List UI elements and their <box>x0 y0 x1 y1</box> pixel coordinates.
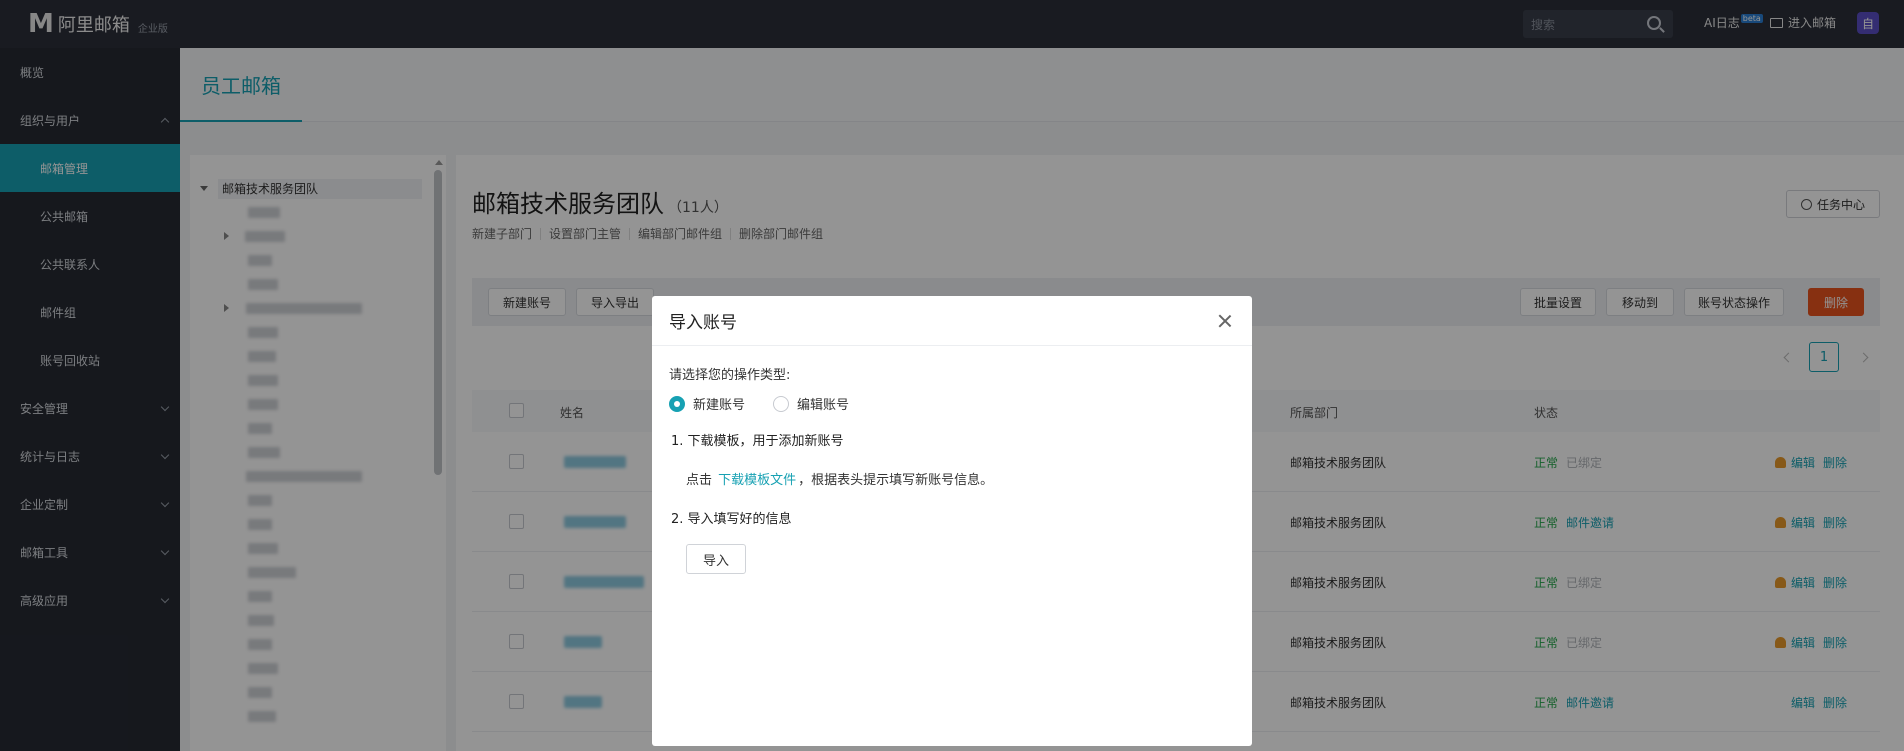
dialog-header: 导入账号 <box>652 296 1252 346</box>
op-type-radio-group: 新建账号 编辑账号 <box>669 394 849 413</box>
download-template-link[interactable]: 下载模板文件 <box>718 473 796 488</box>
step-one-suffix: ，根据表头提示填写新账号信息。 <box>798 473 994 488</box>
step-two-title: 2. 导入填写好的信息 <box>671 512 792 527</box>
close-icon[interactable] <box>1218 314 1232 328</box>
step-one-desc: 点击 下载模板文件 ，根据表头提示填写新账号信息。 <box>686 469 993 488</box>
radio-edit-account-label[interactable]: 编辑账号 <box>797 394 849 413</box>
radio-new-account-label[interactable]: 新建账号 <box>693 394 745 413</box>
step-one-prefix: 点击 <box>686 473 713 488</box>
import-button[interactable]: 导入 <box>686 544 746 574</box>
radio-new-account[interactable] <box>669 395 685 412</box>
dialog-title: 导入账号 <box>669 313 737 333</box>
step-one-title: 1. 下载模板，用于添加新账号 <box>671 434 844 449</box>
import-account-dialog: 导入账号 请选择您的操作类型: 新建账号 编辑账号 1. 下载模板，用于添加新账… <box>652 296 1252 746</box>
op-type-label: 请选择您的操作类型: <box>669 368 791 383</box>
radio-edit-account[interactable] <box>773 395 790 412</box>
